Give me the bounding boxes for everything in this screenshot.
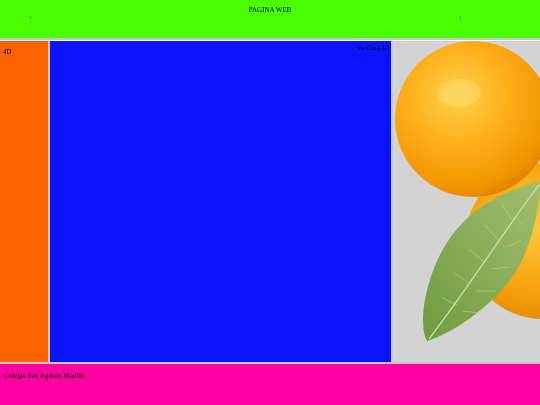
left-sidebar: 4D bbox=[0, 41, 50, 362]
header-dot-right bbox=[460, 17, 461, 18]
page-footer: Colegio San Agustin Madrid bbox=[0, 362, 540, 405]
header-dot-left bbox=[30, 17, 31, 18]
web-page: PAGINA WEB 4D Ver Clase 4D Colegio San A… bbox=[0, 0, 540, 405]
footer-text: Colegio San Agustin Madrid bbox=[4, 372, 85, 380]
class-link[interactable]: Ver Clase 4D bbox=[357, 45, 389, 53]
right-panel bbox=[393, 41, 540, 362]
main-content: Ver Clase 4D bbox=[50, 41, 393, 362]
oranges-image bbox=[395, 41, 540, 341]
page-header: PAGINA WEB bbox=[0, 0, 540, 40]
sidebar-label: 4D bbox=[3, 48, 12, 56]
page-title: PAGINA WEB bbox=[248, 6, 292, 14]
